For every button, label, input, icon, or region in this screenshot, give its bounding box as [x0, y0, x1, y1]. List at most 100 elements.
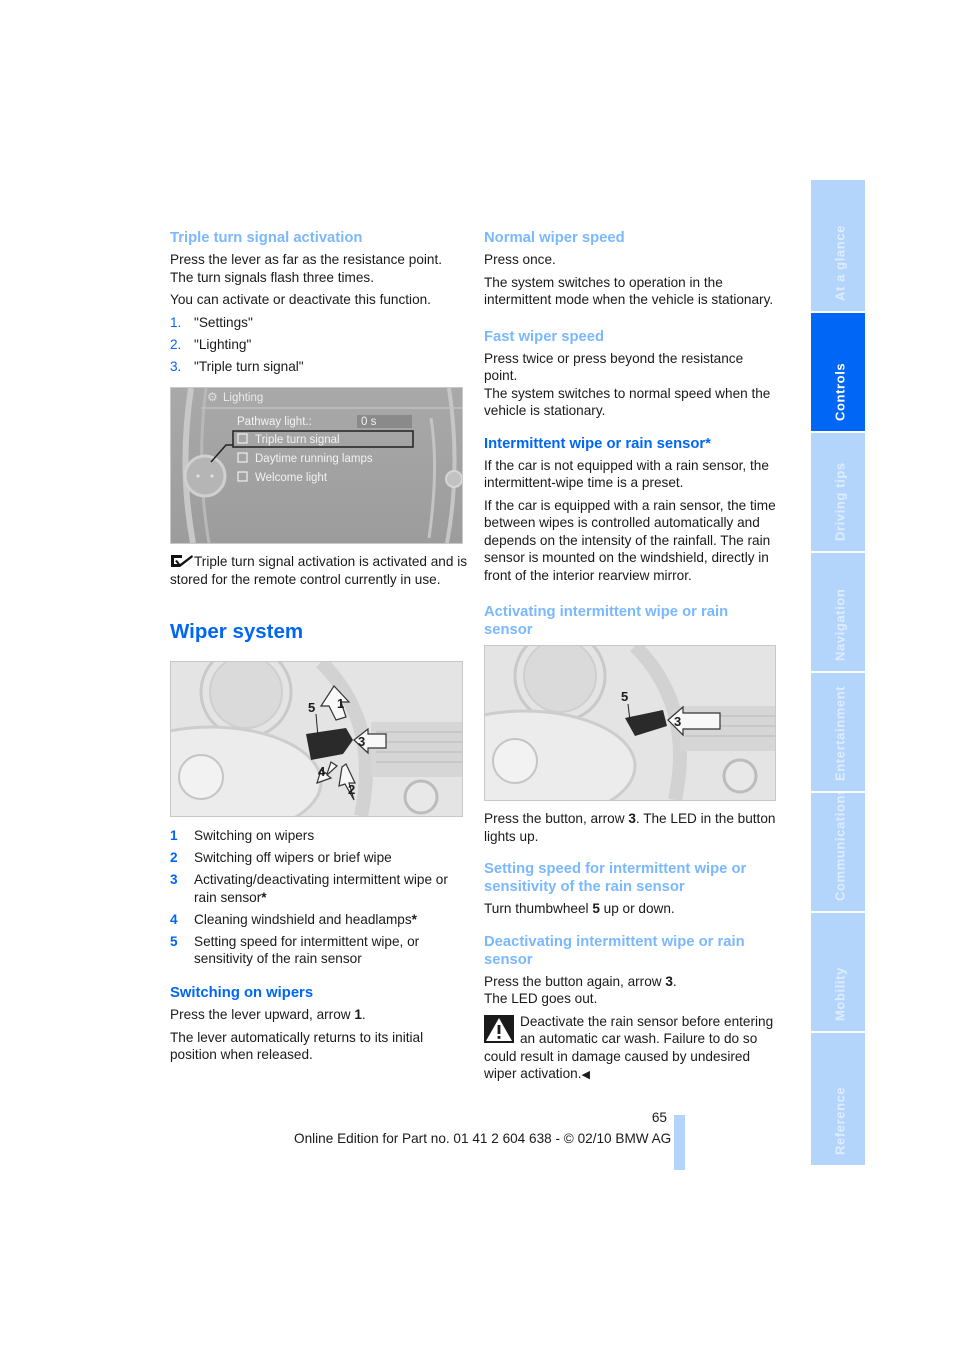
step-item: 2. "Lighting" — [170, 336, 470, 354]
step-item: 1. "Settings" — [170, 314, 470, 332]
legend-text: Activating/deactivating intermittent wip… — [194, 872, 448, 905]
intermittent-heading: Intermittent wipe or rain sensor* — [484, 435, 711, 452]
screen-title: Lighting — [223, 392, 264, 404]
fast-speed-p2: The system switches to normal speed when… — [484, 385, 771, 419]
tab-entertainment[interactable]: Entertainment — [811, 673, 865, 791]
tab-label: Controls — [832, 362, 848, 421]
warning-note: Deactivate the rain sensor before enteri… — [484, 1013, 776, 1085]
activating-p1: Press the button, arrow 3. The LED in th… — [484, 811, 776, 844]
triple-turn-p1-line1: Press the lever as far as the resistance… — [170, 252, 443, 267]
wiper-legend: 1 Switching on wipers 2 Switching off wipe… — [170, 827, 470, 968]
footer-accent-bar — [674, 1115, 685, 1170]
left-column: Triple turn signal activation Press the … — [170, 229, 470, 1069]
option-welcome-light[interactable]: Welcome light — [255, 470, 327, 488]
legend-number: 4 — [170, 911, 178, 927]
activating-graphic — [485, 646, 775, 800]
intermittent-p2: If the car is equipped with a rain senso… — [484, 497, 776, 583]
section-tabs: At a glance Controls Driving tips Naviga… — [811, 180, 865, 1167]
step-text: "Lighting" — [194, 336, 252, 352]
activating-heading: Activating intermittent wipe or rain sen… — [484, 604, 729, 638]
deactivating-heading: Deactivating intermittent wipe or rain s… — [484, 933, 745, 968]
tab-communications[interactable]: Communications — [811, 793, 865, 911]
wiper-lever-figure: 1 2 3 4 5 — [170, 661, 463, 817]
right-column: Normal wiper speed Press once. The syste… — [484, 229, 776, 1085]
pathway-light-label: Pathway light.: — [237, 416, 312, 428]
callout-2: 2 — [348, 782, 356, 797]
callout-3: 3 — [358, 734, 366, 749]
end-mark-icon: ◀ — [581, 1069, 590, 1081]
checkbox-checked-icon — [171, 555, 193, 567]
tab-label: Navigation — [832, 588, 848, 661]
callout-4: 4 — [318, 764, 326, 779]
step-text: "Settings" — [194, 314, 253, 330]
legend-item: 5 Setting speed for intermittent wipe, or… — [170, 933, 470, 968]
setting-speed-heading: Setting speed for intermittent wipe or s… — [484, 861, 747, 895]
page-number: 65 — [651, 1110, 667, 1125]
tab-label: Reference — [832, 1086, 848, 1155]
tab-controls[interactable]: Controls — [811, 313, 865, 431]
step-number: 3. — [170, 358, 182, 374]
option-daytime-running[interactable]: Daytime running lamps — [255, 451, 373, 469]
tab-mobility[interactable]: Mobility — [811, 913, 865, 1031]
tab-navigation[interactable]: Navigation — [811, 553, 865, 671]
wiper-system-heading: Wiper system — [170, 620, 304, 643]
deactivating-p2: The LED goes out. — [484, 991, 598, 1006]
legend-number: 1 — [170, 828, 178, 843]
intermittent-p1: If the car is not equipped with a rain s… — [484, 457, 769, 491]
step-number: 1. — [170, 314, 182, 330]
legend-item: 3 Activating/deactivating intermittent wi… — [170, 871, 470, 906]
wiper-lever-graphic — [171, 662, 462, 816]
normal-speed-p2: The system switches to operation in the … — [484, 274, 774, 308]
legend-item: 1 Switching on wipers — [170, 827, 470, 845]
tab-label: Driving tips — [832, 462, 848, 541]
deactivating-p1: Press the button again, arrow 3. — [484, 973, 677, 989]
normal-speed-heading: Normal wiper speed — [484, 230, 625, 246]
triple-turn-p1: Press the lever as far as the resistance… — [170, 251, 470, 286]
tab-label: At a glance — [832, 225, 848, 301]
option-triple-turn[interactable]: Triple turn signal — [255, 432, 340, 450]
triple-turn-heading: Triple turn signal activation — [170, 230, 363, 246]
activated-note-text: Triple turn signal activation is activat… — [170, 554, 468, 587]
legend-text: Cleaning windshield and headlamps* — [194, 911, 417, 927]
legend-item: 2 Switching off wipers or brief wipe — [170, 849, 470, 867]
switching-on-p2: The lever automatically returns to its i… — [170, 1029, 424, 1063]
step-item: 3. "Triple turn signal" — [170, 358, 470, 376]
legend-number: 3 — [170, 872, 178, 887]
legend-number: 2 — [170, 850, 178, 865]
warning-text: Deactivate the rain sensor before enteri… — [484, 1013, 774, 1082]
tab-driving-tips[interactable]: Driving tips — [811, 433, 865, 551]
activated-note: Triple turn signal activation is activat… — [170, 553, 470, 588]
legend-number: 5 — [170, 933, 178, 949]
callout-5: 5 — [308, 700, 316, 715]
setting-speed-p1: Turn thumbwheel 5 up or down. — [484, 901, 675, 916]
warning-icon — [484, 1014, 514, 1043]
legend-text: Setting speed for intermittent wipe, or … — [194, 933, 420, 967]
tab-at-a-glance[interactable]: At a glance — [811, 180, 865, 311]
normal-speed-p1: Press once. — [484, 252, 556, 267]
tab-label: Mobility — [832, 967, 848, 1021]
legend-item: 4 Cleaning windshield and headlamps* — [170, 911, 470, 929]
fast-speed-p1: Press twice or press beyond the resistan… — [484, 350, 744, 384]
settings-steps: 1. "Settings" 2. "Lighting" 3. "Triple turn… — [170, 314, 470, 376]
callout-1: 1 — [337, 696, 345, 711]
tab-label: Entertainment — [832, 685, 848, 781]
legend-text: Switching on wipers — [194, 828, 315, 843]
legend-text: Switching off wipers or brief wipe — [194, 850, 392, 865]
controller-knob-icon — [183, 454, 227, 498]
wiper-stalk — [306, 728, 353, 760]
screen-gear-icon: ⚙ — [207, 390, 218, 404]
activating-button-figure: 5 3 — [484, 645, 776, 801]
tab-reference[interactable]: Reference — [811, 1033, 865, 1165]
lighting-menu-figure: Lighting ⚙ Pathway light.: 0 s Triple tu… — [170, 387, 463, 544]
fast-speed-heading: Fast wiper speed — [484, 328, 605, 345]
switching-on-heading: Switching on wipers — [170, 985, 314, 1001]
footer-edition-text: Online Edition for Part no. 01 41 2 604 … — [294, 1131, 672, 1146]
triple-turn-p1-line2: The turn signals flash three times. — [170, 269, 374, 285]
wiper-stalk — [625, 710, 667, 736]
step-text: "Triple turn signal" — [194, 358, 304, 374]
tab-label: Communications — [832, 793, 848, 901]
pathway-light-value: 0 s — [361, 416, 377, 428]
callout-3: 3 — [674, 714, 682, 729]
step-number: 2. — [170, 336, 182, 352]
triple-turn-p2: You can activate or deactivate this func… — [170, 292, 431, 307]
